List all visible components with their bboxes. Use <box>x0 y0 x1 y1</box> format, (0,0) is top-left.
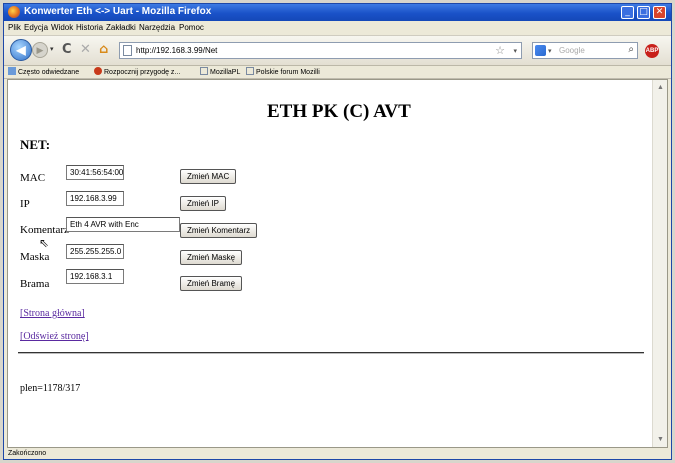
reload-button[interactable]: C <box>62 42 72 58</box>
menu-zakladki[interactable]: Zakładki <box>106 23 136 32</box>
page-icon <box>246 67 254 75</box>
search-box[interactable]: ▾ Google ⌕ <box>532 42 638 59</box>
status-bar: Zakończono <box>4 449 671 459</box>
url-text[interactable]: http://192.168.3.99/Net <box>136 46 217 55</box>
comment-input[interactable]: Eth 4 AVR with Enc <box>66 217 180 232</box>
page-icon <box>200 67 208 75</box>
firefox-logo-icon <box>8 6 20 18</box>
window-title: Konwerter Eth <-> Uart - Mozilla Firefox <box>24 6 212 17</box>
bookmark-czesto-odwiedzane[interactable]: Często odwiedzane <box>8 67 79 76</box>
plen-readout: plen=1178/317 <box>20 383 81 394</box>
ip-input[interactable]: 192.168.3.99 <box>66 191 124 206</box>
home-button[interactable]: ⌂ <box>99 42 108 58</box>
maximize-button[interactable]: □ <box>637 6 650 19</box>
menu-narzedzia[interactable]: Narzędzia <box>139 23 175 32</box>
search-engine-icon[interactable] <box>535 45 546 56</box>
menu-pomoc[interactable]: Pomoc <box>179 23 204 32</box>
bookmarks-toolbar: Często odwiedzane Rozpocznij przygodę z.… <box>4 65 671 79</box>
scroll-up-icon[interactable]: ▲ <box>654 81 667 93</box>
mouse-cursor-icon: ⇖ <box>39 236 50 250</box>
stop-button[interactable]: ✕ <box>80 42 91 58</box>
refresh-page-link[interactable]: [Odśwież stronę] <box>20 331 89 342</box>
menu-historia[interactable]: Historia <box>76 23 103 32</box>
navigation-toolbar: ◀ ▶ ▾ C ✕ ⌂ http://192.168.3.99/Net ☆ ▾ … <box>4 35 671 66</box>
menu-plik[interactable]: Plik <box>8 23 21 32</box>
mac-input[interactable]: 30:41:56:54:00:47 <box>66 165 124 180</box>
home-page-link[interactable]: [Strona główna] <box>20 308 85 319</box>
page-title: ETH PK (C) AVT <box>267 101 411 122</box>
page-icon <box>123 45 132 56</box>
gateway-label: Brama <box>20 278 50 290</box>
menu-bar: Plik Edycja Widok Historia Zakładki Narz… <box>4 21 671 34</box>
bookmark-mozillapl[interactable]: MozillaPL <box>200 67 240 76</box>
ip-label: IP <box>20 198 30 210</box>
title-bar[interactable]: Konwerter Eth <-> Uart - Mozilla Firefox… <box>4 4 671 21</box>
bookmark-rozpocznij[interactable]: Rozpocznij przygodę z... <box>94 67 180 76</box>
bookmark-star-icon[interactable]: ☆ <box>495 44 505 57</box>
search-icon[interactable]: ⌕ <box>628 44 634 55</box>
history-dropdown-button[interactable]: ▾ <box>50 45 54 53</box>
search-input[interactable]: Google <box>559 46 585 55</box>
horizontal-divider <box>18 352 644 354</box>
vertical-scrollbar[interactable]: ▲ ▼ <box>652 80 667 447</box>
firefox-icon <box>94 67 102 75</box>
back-button[interactable]: ◀ <box>10 39 32 61</box>
menu-widok[interactable]: Widok <box>51 23 73 32</box>
comment-label: Komentarz <box>20 224 69 236</box>
address-bar[interactable]: http://192.168.3.99/Net ☆ ▾ <box>119 42 522 59</box>
mac-label: MAC <box>20 172 46 184</box>
adblock-icon[interactable]: ABP <box>645 44 659 58</box>
bookmark-forum-mozilli[interactable]: Polskie forum Mozilli <box>246 67 320 76</box>
menu-edycja[interactable]: Edycja <box>24 23 48 32</box>
change-ip-button[interactable]: Zmień IP <box>180 196 227 211</box>
search-engine-dropdown-icon[interactable]: ▾ <box>548 47 552 55</box>
change-mask-button[interactable]: Zmień Maskę <box>180 250 243 265</box>
mask-label: Maska <box>20 251 50 263</box>
page-content: ETH PK (C) AVT NET: MAC 30:41:56:54:00:4… <box>7 79 668 448</box>
forward-button[interactable]: ▶ <box>32 42 48 58</box>
change-comment-button[interactable]: Zmień Komentarz <box>180 223 258 238</box>
gateway-input[interactable]: 192.168.3.1 <box>66 269 124 284</box>
change-gateway-button[interactable]: Zmień Bramę <box>180 276 243 291</box>
scroll-down-icon[interactable]: ▼ <box>654 433 667 445</box>
browser-window: Konwerter Eth <-> Uart - Mozilla Firefox… <box>3 3 672 460</box>
close-window-button[interactable]: ✕ <box>653 6 666 19</box>
section-heading: NET: <box>20 137 51 152</box>
change-mac-button[interactable]: Zmień MAC <box>180 169 237 184</box>
status-text: Zakończono <box>8 450 47 457</box>
folder-icon <box>8 67 16 75</box>
minimize-button[interactable]: _ <box>621 6 634 19</box>
mask-input[interactable]: 255.255.255.0 <box>66 244 124 259</box>
url-dropdown-icon[interactable]: ▾ <box>513 47 517 55</box>
